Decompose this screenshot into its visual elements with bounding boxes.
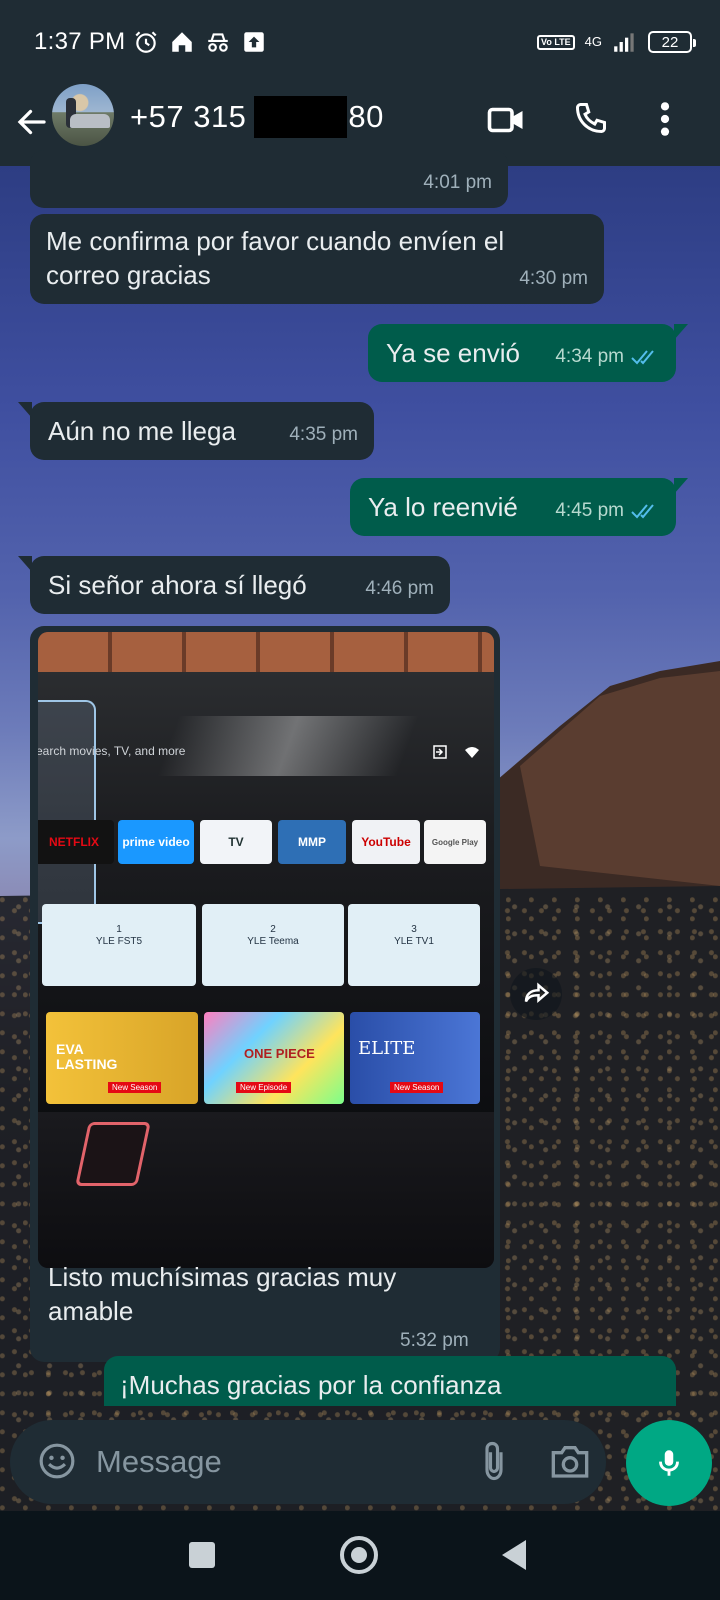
- message-text: Me confirma por favor cuando envíen el c…: [46, 226, 505, 290]
- volte-badge: Vo LTE: [536, 34, 575, 50]
- camera-icon[interactable]: [550, 1442, 590, 1480]
- message-time: 5:32 pm: [400, 1330, 469, 1351]
- wifi-icon: [465, 747, 479, 758]
- app-tile-mmp: MMP: [278, 820, 346, 864]
- forward-icon: [524, 982, 550, 1003]
- alarm-icon: [135, 31, 158, 53]
- input-source-icon: [433, 745, 447, 759]
- message-bubble-incoming[interactable]: 4:01 pm: [30, 150, 508, 208]
- read-receipt-icon: [631, 504, 654, 519]
- message-input-bar: [10, 1420, 606, 1504]
- system-navigation-bar: [0, 1512, 720, 1600]
- tv-photo-attachment[interactable]: Search movies, TV, and more NETFLIX prim…: [38, 632, 494, 1268]
- tv-side-panel: [38, 700, 96, 924]
- more-options-icon[interactable]: [656, 100, 674, 138]
- status-bar: 1:37 PM Vo LTE 4G 22: [0, 0, 720, 84]
- message-bubble-incoming[interactable]: Si señor ahora sí llegó 4:46 pm: [18, 556, 450, 614]
- contact-name[interactable]: +57 315 80: [130, 96, 384, 138]
- back-triangle-icon[interactable]: [502, 1540, 526, 1570]
- message-text: Ya se envió: [386, 338, 520, 368]
- app-tile-netflix: NETFLIX: [38, 820, 114, 864]
- channel-tile: 1 YLE FST5: [42, 904, 196, 986]
- app-tile-prime-video: prime video: [118, 820, 194, 864]
- signal-strength-icon: [614, 33, 634, 52]
- message-bubble-outgoing[interactable]: Ya lo reenvié 4:45 pm: [350, 478, 688, 536]
- back-arrow-icon[interactable]: [14, 104, 50, 140]
- message-bubble-outgoing[interactable]: Ya se envió 4:34 pm: [368, 324, 688, 382]
- channel-tile: 2 YLE Teema: [202, 904, 344, 986]
- attachment-icon[interactable]: [478, 1440, 510, 1482]
- message-text: Aún no me llega: [48, 416, 236, 446]
- home-icon: [172, 32, 193, 52]
- message-bubble-outgoing[interactable]: ¡Muchas gracias por la confianza: [104, 1356, 676, 1406]
- app-tile-youtube: YouTube: [352, 820, 420, 864]
- show-tile: ELITE New Season: [350, 1012, 480, 1104]
- network-type: 4G: [584, 34, 602, 49]
- image-caption: Listo muchísimas gracias muy amable: [48, 1262, 397, 1326]
- home-button-icon[interactable]: [340, 1536, 378, 1574]
- message-meta: 4:34 pm: [555, 340, 660, 374]
- read-receipt-icon: [631, 350, 654, 365]
- contact-number-prefix: +57 315: [130, 99, 247, 134]
- app-tile-tv: TV: [200, 820, 272, 864]
- message-time: 4:30 pm: [519, 268, 588, 289]
- incognito-icon: [208, 33, 229, 52]
- voice-message-button[interactable]: [626, 1420, 712, 1506]
- message-time: 4:34 pm: [555, 346, 624, 367]
- show-tile: ONE PIECE New Episode: [204, 1012, 344, 1104]
- show-tile: EVA LASTING New Season: [46, 1012, 198, 1104]
- message-input[interactable]: [96, 1440, 456, 1484]
- app-tile-google-play: Google Play: [424, 820, 486, 864]
- brick-wall: [38, 632, 494, 676]
- upload-icon: [244, 32, 265, 52]
- message-time: 4:01 pm: [423, 172, 492, 193]
- recents-icon[interactable]: [189, 1542, 215, 1568]
- message-time: 4:46 pm: [365, 578, 434, 599]
- contact-avatar[interactable]: [52, 84, 114, 146]
- redaction-box: [254, 96, 348, 138]
- tv-search-text: Search movies, TV, and more: [38, 744, 186, 758]
- contact-number-suffix: 80: [348, 99, 384, 134]
- message-text: Si señor ahora sí llegó: [48, 570, 307, 600]
- message-text: Ya lo reenvié: [368, 492, 518, 522]
- emoji-icon[interactable]: [38, 1442, 76, 1480]
- message-time: 4:45 pm: [555, 500, 624, 521]
- message-text: ¡Muchas gracias por la confianza: [120, 1370, 502, 1400]
- forward-button[interactable]: [510, 968, 562, 1020]
- battery-indicator: 22: [648, 31, 696, 53]
- channel-tile: 3 YLE TV1: [348, 904, 480, 986]
- status-time: 1:37 PM: [34, 28, 126, 55]
- video-call-icon[interactable]: [486, 102, 526, 138]
- voice-call-icon[interactable]: [573, 100, 609, 136]
- message-meta: 4:45 pm: [555, 494, 660, 528]
- message-bubble-incoming[interactable]: Me confirma por favor cuando envíen el c…: [30, 214, 604, 304]
- message-bubble-incoming[interactable]: Aún no me llega 4:35 pm: [18, 402, 374, 460]
- microphone-icon: [659, 1450, 679, 1476]
- message-time: 4:35 pm: [289, 424, 358, 445]
